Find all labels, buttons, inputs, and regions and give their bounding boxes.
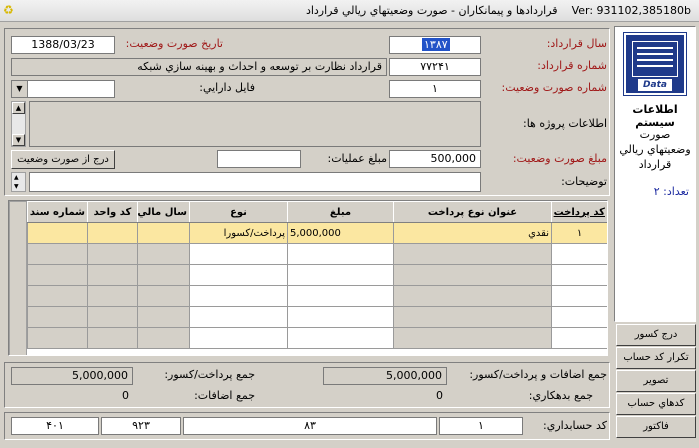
- grid-indicator-column: [9, 201, 27, 355]
- contract-number-label: شماره قرارداد:: [537, 59, 607, 72]
- title-bar: ♻ Ver: 931102,385180b قراردادها و پیمانک…: [0, 0, 699, 22]
- accounting-code-4[interactable]: ۴۰۱: [11, 417, 99, 435]
- total-payments-field: 5,000,000: [11, 367, 133, 385]
- project-info-label: اطلاعات پروژه ها:: [522, 117, 607, 130]
- version-text: Ver: 931102,385180b: [571, 4, 691, 17]
- data-logo-icon: Data: [623, 32, 687, 96]
- col-unit-code[interactable]: کد واحد: [87, 201, 138, 223]
- cell-payment-code[interactable]: ۱: [551, 222, 607, 244]
- repeat-account-code-button[interactable]: تکرار کد حساب: [616, 347, 696, 369]
- table-row[interactable]: [27, 306, 607, 328]
- total-additions-label: جمع اضافات:: [194, 389, 255, 402]
- table-row[interactable]: [27, 264, 607, 286]
- accounting-code-label: کد حسابداري:: [543, 419, 607, 432]
- total-additions-payments-field: 5,000,000: [323, 367, 447, 385]
- system-info-panel: Data اطلاعات سیستم صورت وضعیتهاي ريالي ق…: [614, 26, 696, 322]
- system-title: اطلاعات سیستم: [632, 103, 678, 129]
- app-icon[interactable]: ♻: [3, 3, 19, 17]
- cell-fiscal-year[interactable]: [137, 222, 190, 244]
- total-additions-payments-label: جمع اضافات و پرداخت/کسور:: [469, 368, 607, 381]
- description-field[interactable]: [29, 172, 481, 192]
- col-type[interactable]: نوع: [189, 201, 288, 223]
- project-info-field: [29, 101, 481, 147]
- table-header-row: کد پرداخت عنوان نوع پرداخت مبلغ نوع سال …: [27, 201, 607, 223]
- payments-grid: کد پرداخت عنوان نوع پرداخت مبلغ نوع سال …: [8, 200, 608, 356]
- cell-unit-code[interactable]: [87, 222, 138, 244]
- total-debit-label: جمع بدهکاري:: [528, 389, 593, 402]
- invoice-button[interactable]: فاکتور: [616, 416, 696, 438]
- description-label: توضیحات:: [561, 175, 607, 188]
- scroll-up-icon[interactable]: ▲: [12, 102, 25, 114]
- totals-panel: جمع اضافات و پرداخت/کسور: 5,000,000 جمع …: [4, 362, 610, 408]
- account-codes-button[interactable]: کدهاي حساب: [616, 393, 696, 415]
- total-debit-value: 0: [436, 389, 443, 402]
- col-amount[interactable]: مبلغ: [287, 201, 394, 223]
- table-row[interactable]: [27, 243, 607, 265]
- logo-text: Data: [638, 79, 672, 91]
- status-date-field[interactable]: 1388/03/23: [11, 36, 115, 54]
- cell-document-number[interactable]: [27, 222, 88, 244]
- cell-payment-type-title[interactable]: نقدي: [393, 222, 552, 244]
- col-fiscal-year[interactable]: سال مالي: [137, 201, 190, 223]
- contract-title-field: قرارداد نظارت بر توسعه و احداث و بهینه س…: [11, 58, 387, 76]
- scroll-up-small-icon[interactable]: ▲: [14, 174, 19, 181]
- table-row[interactable]: [27, 285, 607, 307]
- status-date-label: تاریخ صورت وضعیت:: [125, 37, 223, 50]
- insert-deductions-button[interactable]: درج کسور: [616, 324, 696, 346]
- insert-from-status-button[interactable]: درج از صورت وضعیت: [11, 150, 115, 169]
- col-payment-type-title[interactable]: عنوان نوع پرداخت: [393, 201, 552, 223]
- scroll-down-small-icon[interactable]: ▼: [14, 183, 19, 190]
- window-title: Ver: 931102,385180b قراردادها و پیمانکار…: [306, 4, 691, 17]
- table-row[interactable]: ۱ نقدي 5,000,000 پرداخت/کسورا: [27, 222, 607, 244]
- col-document-number[interactable]: شماره سند: [27, 201, 88, 223]
- accounting-code-1[interactable]: ۱: [439, 417, 523, 435]
- payments-table: کد پرداخت عنوان نوع پرداخت مبلغ نوع سال …: [27, 201, 607, 349]
- total-payments-label: جمع پرداخت/کسور:: [164, 368, 255, 381]
- contract-year-field[interactable]: ۱۳۸۷: [389, 36, 481, 54]
- table-row[interactable]: [27, 327, 607, 349]
- accounting-code-panel: کد حسابداري: ۱ ۸۳ ۹۲۳ ۴۰۱: [4, 412, 610, 440]
- scroll-down-icon[interactable]: ▼: [12, 134, 25, 146]
- contract-year-label: سال قرارداد:: [546, 37, 607, 50]
- accounting-code-2[interactable]: ۸۳: [183, 417, 437, 435]
- asset-file-label: فايل دارايي:: [199, 81, 255, 94]
- cell-type[interactable]: پرداخت/کسورا: [189, 222, 288, 244]
- asset-file-dropdown[interactable]: ▼: [11, 80, 115, 98]
- count-label: تعداد: ۲: [653, 185, 689, 198]
- status-amount-field[interactable]: 500,000: [389, 150, 481, 168]
- cell-amount[interactable]: 5,000,000: [287, 222, 394, 244]
- contract-number-field[interactable]: ۷۷۲۴۱: [389, 58, 481, 76]
- image-button[interactable]: تصویر: [616, 370, 696, 392]
- dropdown-arrow-icon[interactable]: ▼: [12, 81, 28, 97]
- project-info-scrollbar[interactable]: ▲ ▼: [11, 101, 26, 147]
- operations-amount-label: مبلغ عملیات:: [327, 152, 387, 165]
- system-description: صورت وضعیتهاي ريالي قرارداد: [619, 128, 691, 171]
- operations-amount-field[interactable]: [217, 150, 301, 168]
- status-amount-label: مبلغ صورت وضعیت:: [512, 152, 607, 165]
- total-additions-value: 0: [122, 389, 129, 402]
- header-form-panel: سال قرارداد: ۱۳۸۷ تاریخ صورت وضعیت: 1388…: [4, 28, 610, 196]
- accounting-code-3[interactable]: ۹۲۳: [101, 417, 181, 435]
- description-scrollbar[interactable]: ▲ ▼: [11, 172, 26, 192]
- title-text: قراردادها و پیمانکاران - صورت وضعیتهاي ر…: [305, 4, 558, 17]
- status-number-field[interactable]: ۱: [389, 80, 481, 98]
- status-number-label: شماره صورت وضعیت:: [501, 81, 607, 94]
- col-payment-code[interactable]: کد پرداخت: [551, 201, 607, 223]
